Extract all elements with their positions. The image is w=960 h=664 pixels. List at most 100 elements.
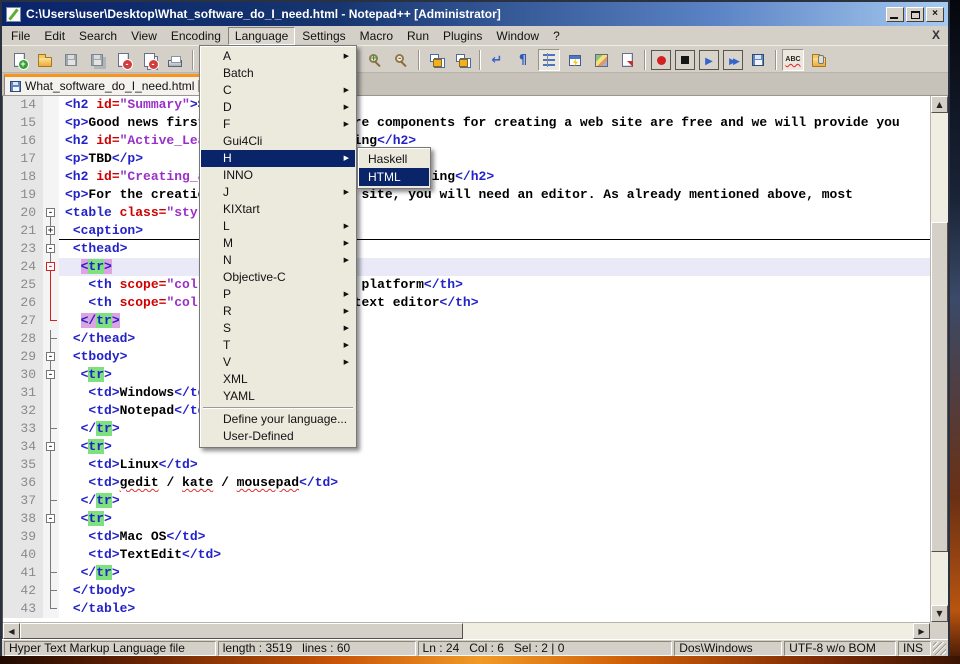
code-line-34[interactable]: 34- <tr> (3, 438, 930, 456)
menu-item-language[interactable]: Language (228, 27, 295, 45)
code-line-23[interactable]: 23- <thead> (3, 240, 930, 258)
language-menu-item-gui4cli[interactable]: Gui4Cli (201, 133, 355, 150)
indent-guide-button[interactable] (538, 49, 560, 71)
menubar-close-button[interactable]: X (932, 28, 940, 42)
code-line-36[interactable]: 36 <td>gedit / kate / mousepad</td> (3, 474, 930, 492)
menu-item-window[interactable]: Window (489, 27, 546, 45)
code-line-28[interactable]: 28 </thead> (3, 330, 930, 348)
fold-toggle[interactable]: - (46, 370, 55, 379)
language-menu-item-j[interactable]: J▶ (201, 184, 355, 201)
language-menu-item-r[interactable]: R▶ (201, 303, 355, 320)
code-line-43[interactable]: 43 </table> (3, 600, 930, 618)
macro-run-multiple-button[interactable] (723, 50, 743, 70)
code-line-18[interactable]: 18<h2 id="Creating_and_editing">Creating… (3, 168, 930, 186)
editor-text-area[interactable]: 14<h2 id="Summary">Summary</h2>15<p>Good… (3, 96, 930, 622)
document-switcher-button[interactable] (616, 49, 638, 71)
document-map-button[interactable] (590, 49, 612, 71)
language-menu-item-c[interactable]: C▶ (201, 82, 355, 99)
code-line-41[interactable]: 41 </tr> (3, 564, 930, 582)
open-containing-folder-button[interactable] (808, 49, 830, 71)
code-line-16[interactable]: 16<h2 id="Active_Learning">Active Learni… (3, 132, 930, 150)
code-line-19[interactable]: 19<p>For the creation and editing a web … (3, 186, 930, 204)
language-menu-item-inno[interactable]: INNO (201, 167, 355, 184)
minimize-button[interactable] (886, 7, 904, 22)
language-menu-item-p[interactable]: P▶ (201, 286, 355, 303)
menu-item-search[interactable]: Search (72, 27, 124, 45)
language-menu-item-n[interactable]: N▶ (201, 252, 355, 269)
code-line-14[interactable]: 14<h2 id="Summary">Summary</h2> (3, 96, 930, 114)
code-line-38[interactable]: 38- <tr> (3, 510, 930, 528)
horizontal-scroll-thumb[interactable] (20, 623, 463, 639)
menu-item-file[interactable]: File (4, 27, 37, 45)
fold-toggle[interactable]: - (46, 514, 55, 523)
code-line-37[interactable]: 37 </tr> (3, 492, 930, 510)
new-file-button[interactable] (8, 49, 30, 71)
menu-item-settings[interactable]: Settings (295, 27, 352, 45)
macro-record-button[interactable] (651, 50, 671, 70)
code-line-29[interactable]: 29- <tbody> (3, 348, 930, 366)
code-line-35[interactable]: 35 <td>Linux</td> (3, 456, 930, 474)
language-menu-item-yaml[interactable]: YAML (201, 388, 355, 405)
code-line-17[interactable]: 17<p>TBD</p> (3, 150, 930, 168)
language-menu-item-kixtart[interactable]: KIXtart (201, 201, 355, 218)
show-all-characters-button[interactable] (512, 49, 534, 71)
submenu-item-haskell[interactable]: Haskell (359, 150, 429, 168)
resize-grip[interactable] (933, 642, 946, 655)
function-list-button[interactable] (564, 49, 586, 71)
close-all-button[interactable] (138, 49, 160, 71)
scroll-right-button[interactable]: ▶ (913, 623, 930, 639)
language-menu-item-f[interactable]: F▶ (201, 116, 355, 133)
menu-item-macro[interactable]: Macro (353, 27, 400, 45)
language-menu-item-h[interactable]: H▶ (201, 150, 355, 167)
vertical-scroll-thumb[interactable] (931, 222, 948, 552)
close-file-button[interactable] (112, 49, 134, 71)
status-eol-format[interactable]: Dos\Windows (674, 641, 782, 656)
code-line-15[interactable]: 15<p>Good news first: almost all softwar… (3, 114, 930, 132)
sync-horizontal-scroll-button[interactable] (451, 49, 473, 71)
code-line-25[interactable]: 25 <th scope="col">Operating system / pl… (3, 276, 930, 294)
spell-check-button[interactable]: ABC (782, 49, 804, 71)
status-encoding[interactable]: UTF-8 w/o BOM (784, 641, 896, 656)
language-menu-item-l[interactable]: L▶ (201, 218, 355, 235)
menu-item-view[interactable]: View (124, 27, 164, 45)
language-menu-item-s[interactable]: S▶ (201, 320, 355, 337)
zoom-in-button[interactable] (364, 49, 386, 71)
language-menu-item-define-your-language[interactable]: Define your language... (201, 411, 355, 428)
open-file-button[interactable] (34, 49, 56, 71)
code-line-20[interactable]: 20-<table class="styled"> (3, 204, 930, 222)
macro-save-button[interactable] (747, 49, 769, 71)
sync-vertical-scroll-button[interactable] (425, 49, 447, 71)
code-line-27[interactable]: 27 </tr> (3, 312, 930, 330)
fold-toggle[interactable]: - (46, 262, 55, 271)
code-line-32[interactable]: 32 <td>Notepad</td> (3, 402, 930, 420)
macro-play-button[interactable] (699, 50, 719, 70)
code-line-39[interactable]: 39 <td>Mac OS</td> (3, 528, 930, 546)
menu-item-run[interactable]: Run (400, 27, 436, 45)
language-menu-item-t[interactable]: T▶ (201, 337, 355, 354)
vertical-scroll-track[interactable] (931, 113, 948, 605)
code-line-33[interactable]: 33 </tr> (3, 420, 930, 438)
language-menu-item-d[interactable]: D▶ (201, 99, 355, 116)
submenu-item-html[interactable]: HTML (359, 168, 429, 186)
scroll-up-button[interactable]: ▲ (931, 96, 948, 113)
language-menu-item-objective-c[interactable]: Objective-C (201, 269, 355, 286)
menu-item-edit[interactable]: Edit (37, 27, 72, 45)
fold-toggle[interactable]: - (46, 352, 55, 361)
fold-toggle[interactable]: - (46, 442, 55, 451)
code-line-26[interactable]: 26 <th scope="col">Default / popular tex… (3, 294, 930, 312)
language-menu-item-a[interactable]: A▶ (201, 48, 355, 65)
print-button[interactable] (164, 49, 186, 71)
scroll-down-button[interactable]: ▼ (931, 605, 948, 622)
language-menu-item-batch[interactable]: Batch (201, 65, 355, 82)
close-button[interactable]: × (926, 7, 944, 22)
vertical-scrollbar[interactable]: ▲ ▼ (930, 96, 948, 622)
menu-item-encoding[interactable]: Encoding (164, 27, 228, 45)
code-line-21[interactable]: 21+ <caption> (3, 222, 930, 240)
fold-toggle[interactable]: + (46, 226, 55, 235)
horizontal-scroll-track[interactable] (20, 623, 913, 639)
language-menu-item-xml[interactable]: XML (201, 371, 355, 388)
maximize-button[interactable] (906, 7, 924, 22)
code-line-42[interactable]: 42 </tbody> (3, 582, 930, 600)
language-menu-item-v[interactable]: V▶ (201, 354, 355, 371)
macro-stop-button[interactable] (675, 50, 695, 70)
